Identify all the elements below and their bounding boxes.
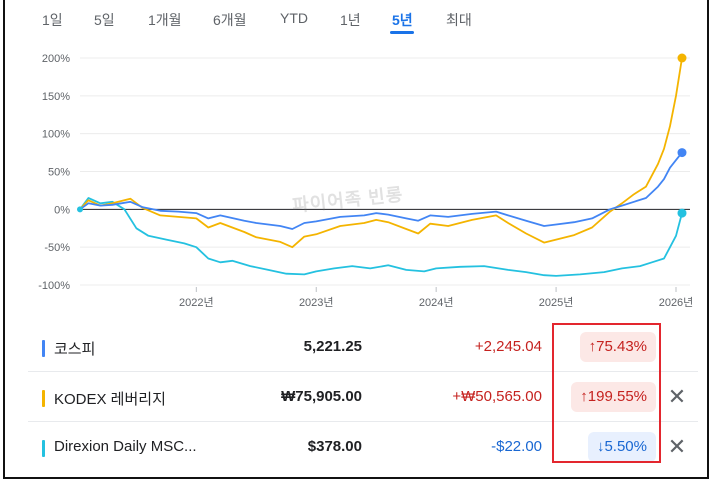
tab-5y[interactable]: 5년 <box>392 10 413 30</box>
x-tick-label: 2023년 <box>299 296 334 309</box>
active-tab-indicator <box>390 31 414 34</box>
remove-comparison-close-icon[interactable]: ✕ <box>664 434 690 460</box>
series-color-swatch <box>42 340 45 357</box>
percent-change-badge: ↑199.55% <box>571 382 656 412</box>
series-color-swatch <box>42 390 45 407</box>
y-tick-label: 200% <box>42 53 70 65</box>
x-tick-label: 2022년 <box>179 296 214 309</box>
security-name: 코스피 <box>54 341 96 358</box>
list-item[interactable]: 코스피 5,221.25 +2,245.04 ↑75.43% <box>28 322 698 372</box>
price-change: +2,245.04 <box>474 338 542 355</box>
series-end-point <box>677 53 687 63</box>
y-tick-label: 100% <box>42 129 70 141</box>
remove-comparison-close-icon[interactable]: ✕ <box>664 384 690 410</box>
series-end-point <box>677 208 687 218</box>
tab-max[interactable]: 최대 <box>446 10 472 30</box>
list-item[interactable]: KODEX 레버리지 ₩75,905.00 +₩50,565.00 ↑199.5… <box>28 372 698 422</box>
y-tick-label: 0% <box>54 204 70 216</box>
tab-ytd[interactable]: YTD <box>280 10 308 26</box>
security-price: 5,221.25 <box>303 338 362 355</box>
series-start-point <box>77 206 83 213</box>
tab-1y[interactable]: 1년 <box>340 10 361 30</box>
y-tick-label: 150% <box>42 91 70 103</box>
performance-chart[interactable]: 200% 150% 100% 50% 0% -50% -100% 2022년 2023년 2024… <box>0 40 715 318</box>
tab-1d[interactable]: 1일 <box>42 10 63 30</box>
security-name: KODEX 레버리지 <box>54 391 166 408</box>
tab-6m[interactable]: 6개월 <box>213 10 247 30</box>
comparison-list: 코스피 5,221.25 +2,245.04 ↑75.43% KODEX 레버리… <box>28 322 698 471</box>
y-tick-label: 50% <box>48 167 70 179</box>
percent-change-badge: ↑75.43% <box>579 332 656 362</box>
tab-1m[interactable]: 1개월 <box>148 10 182 30</box>
tab-5d[interactable]: 5일 <box>94 10 115 30</box>
price-change: +₩50,565.00 <box>452 388 542 405</box>
series-end-point <box>677 148 687 158</box>
security-name: Direxion Daily MSC... <box>54 438 197 455</box>
x-tick-label: 2025년 <box>539 296 574 309</box>
security-price: $378.00 <box>307 438 362 455</box>
y-tick-label: -100% <box>38 280 70 292</box>
series-color-swatch <box>42 440 45 457</box>
list-item[interactable]: Direxion Daily MSC... $378.00 -$22.00 ↓5… <box>28 422 698 471</box>
y-tick-label: -50% <box>44 242 70 254</box>
price-change: -$22.00 <box>491 438 542 455</box>
percent-change-badge: ↓5.50% <box>587 432 656 462</box>
security-price: ₩75,905.00 <box>281 388 362 405</box>
x-tick-label: 2026년 <box>659 296 694 309</box>
x-tick-label: 2024년 <box>419 296 454 309</box>
